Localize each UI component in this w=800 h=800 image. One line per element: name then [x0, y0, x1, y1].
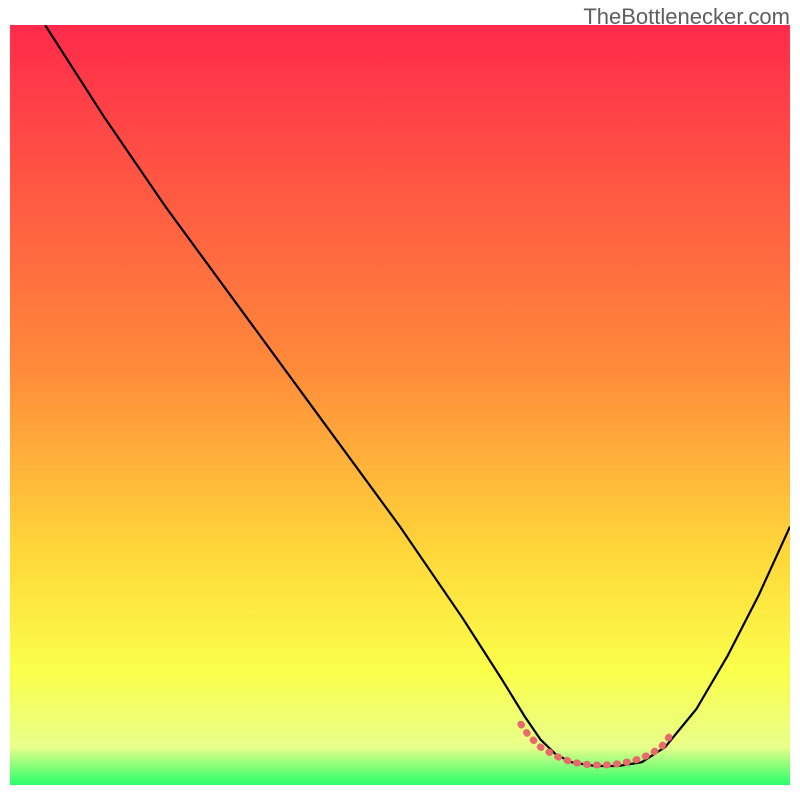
chart-background-gradient — [10, 25, 790, 785]
watermark-text: TheBottlenecker.com — [583, 4, 790, 30]
chart-container — [10, 25, 790, 785]
chart-svg — [10, 25, 790, 785]
